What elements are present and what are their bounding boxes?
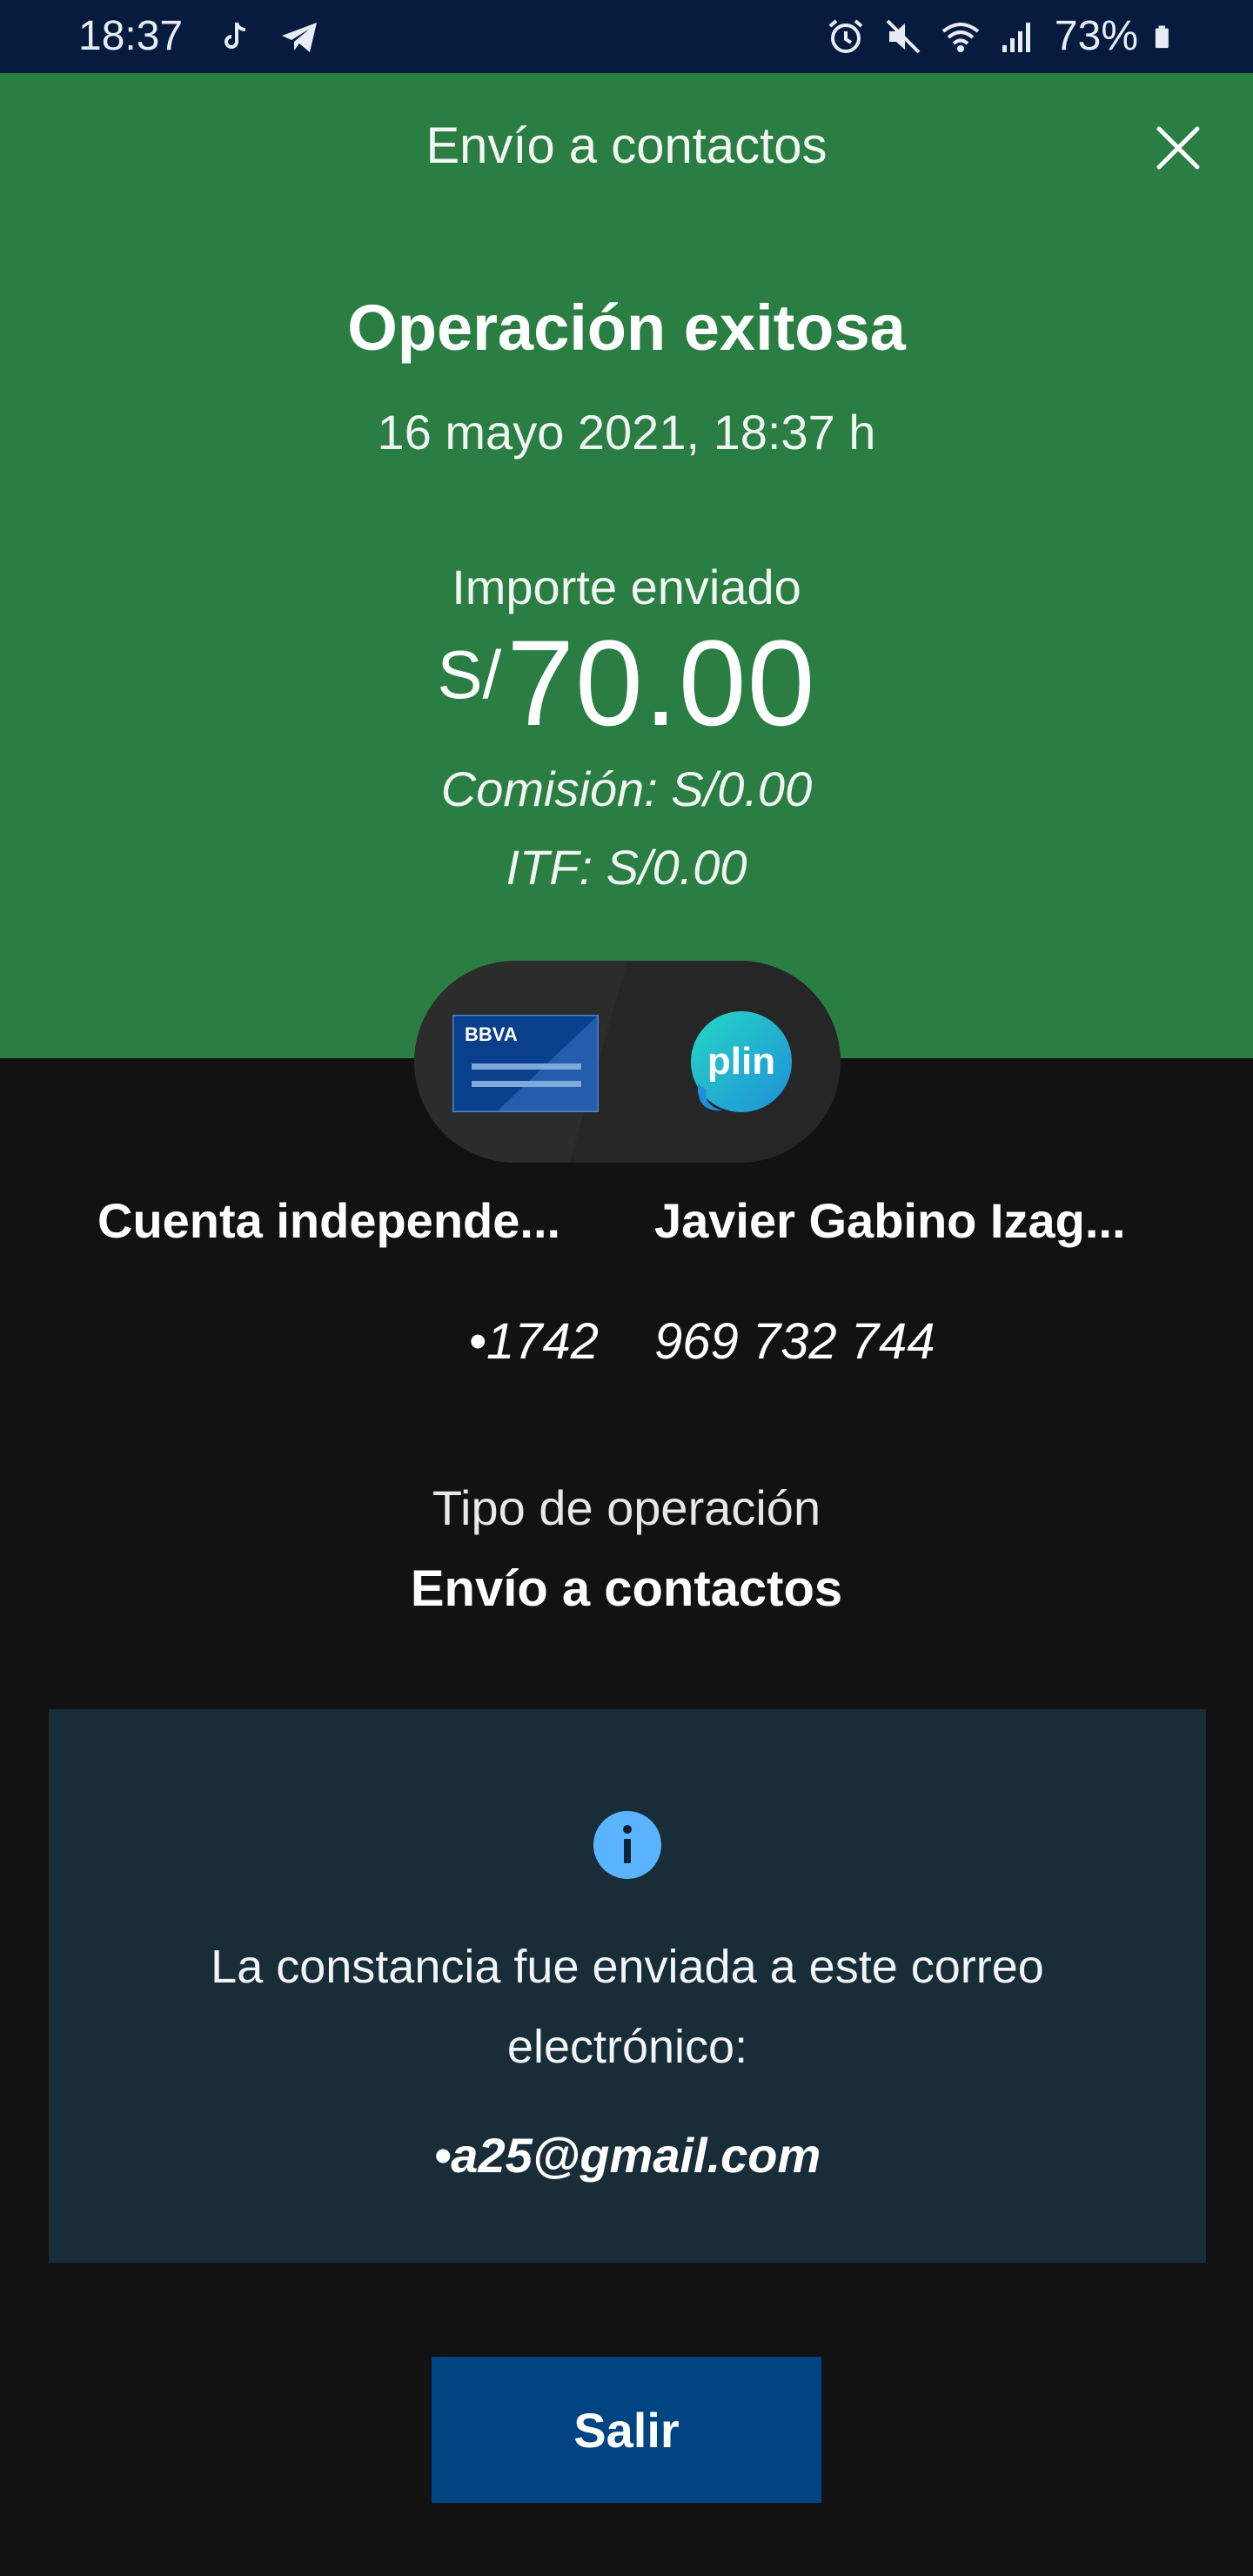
page-title: Envío a contactos xyxy=(425,117,828,174)
operation-type-label: Tipo de operación xyxy=(432,1480,821,1535)
amount-label: Importe enviado xyxy=(452,560,801,614)
close-icon xyxy=(1156,126,1200,170)
success-header: Envío a contactos Operación exitosa 16 m… xyxy=(0,73,1253,1058)
battery-percent: 73% xyxy=(1054,13,1138,59)
bbva-logo-text: BBVA xyxy=(465,1023,518,1045)
receipt-message: La constancia fue enviada a este correo … xyxy=(211,1941,1044,2073)
notification-icons xyxy=(214,16,320,57)
close-button[interactable] xyxy=(1145,115,1211,181)
receipt-email: •a25@gmail.com xyxy=(433,2128,821,2183)
status-bar: 18:37 73% xyxy=(0,0,1253,73)
operation-datetime: 16 mayo 2021, 18:37 h xyxy=(377,405,876,460)
origin-account-number: •1742 xyxy=(468,1313,599,1370)
wifi-icon xyxy=(941,22,980,52)
amount-currency: S/ xyxy=(437,636,502,713)
system-icons: 73% xyxy=(825,12,1180,60)
battery-icon xyxy=(1155,25,1169,48)
plin-logo-icon: plin xyxy=(691,1011,792,1112)
tiktok-icon xyxy=(224,22,246,49)
mute-icon xyxy=(886,19,921,53)
exit-button[interactable]: Salir xyxy=(432,2357,821,2503)
itf-line: ITF: S/0.00 xyxy=(506,840,747,895)
receipt-info-box: La constancia fue enviada a este correo … xyxy=(49,1709,1206,2263)
operation-type-value: Envío a contactos xyxy=(410,1560,843,1617)
origin-account-name: Cuenta independe... xyxy=(97,1193,561,1248)
transfer-pill: BBVA plin xyxy=(414,961,841,1163)
commission-line: Comisión: S/0.00 xyxy=(440,761,813,816)
operation-status: Operación exitosa xyxy=(347,292,906,364)
telegram-icon xyxy=(282,23,317,52)
amount-value: 70.00 xyxy=(506,614,816,751)
plin-logo-text: plin xyxy=(707,1040,775,1083)
info-icon xyxy=(593,1811,661,1879)
bbva-card-icon: BBVA xyxy=(452,1015,599,1112)
status-time: 18:37 xyxy=(78,13,184,59)
recipient-phone: 969 732 744 xyxy=(654,1313,935,1370)
recipient-name: Javier Gabino Izag... xyxy=(654,1193,1126,1248)
signal-icon xyxy=(1002,22,1030,52)
amount: S/ 70.00 xyxy=(0,613,1253,754)
alarm-icon xyxy=(828,18,863,53)
